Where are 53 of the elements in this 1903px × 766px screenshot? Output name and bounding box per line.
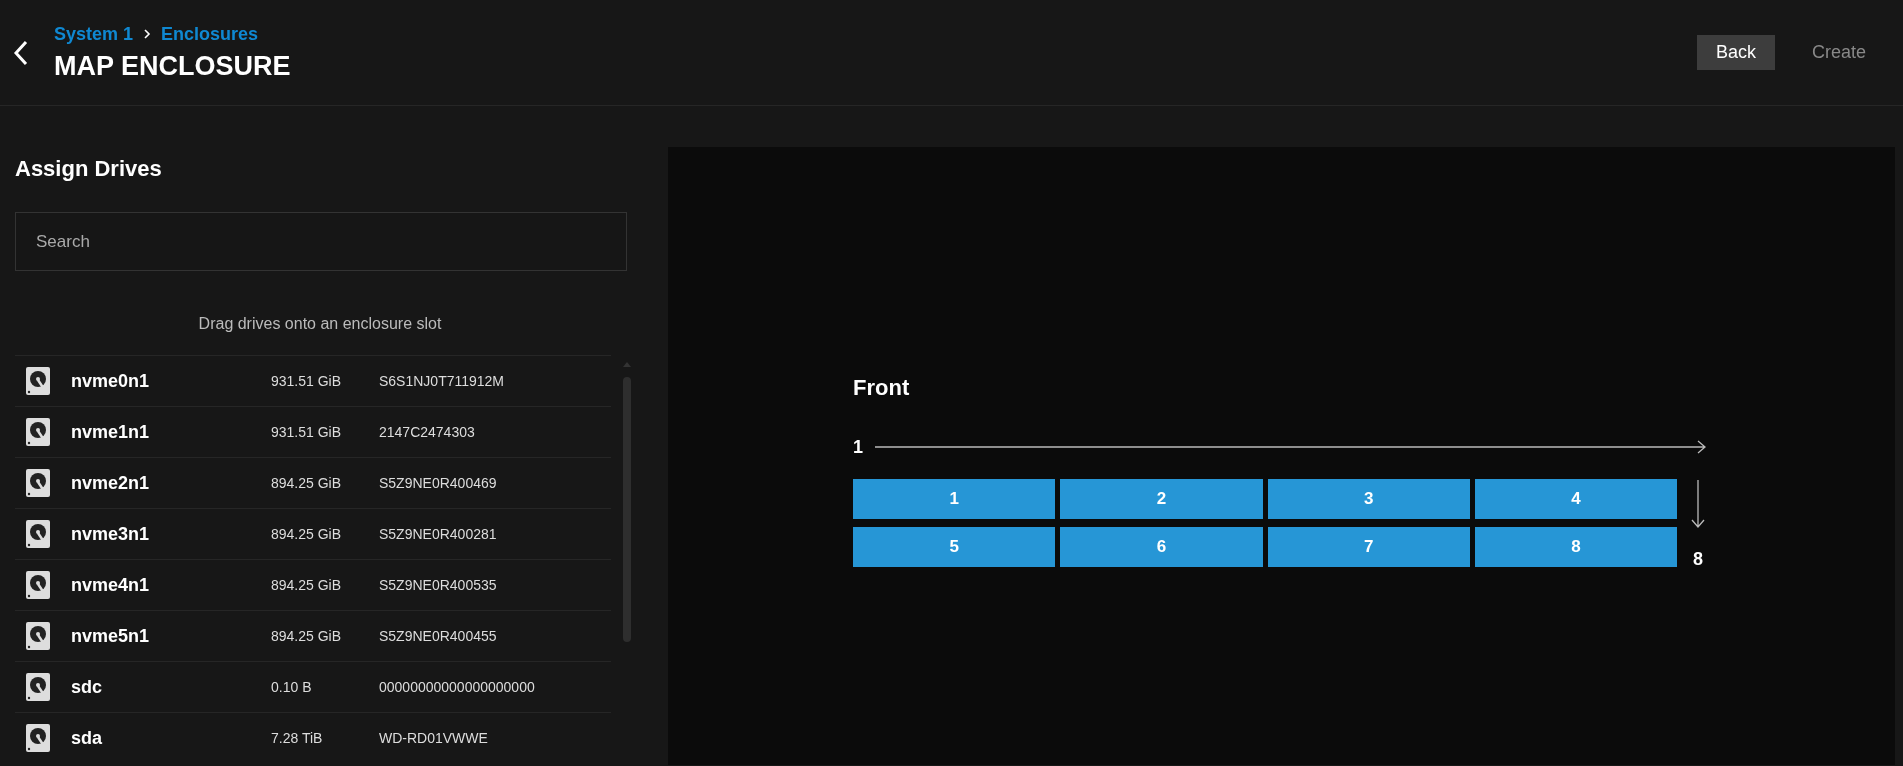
enclosure-slot[interactable]: 4 xyxy=(1474,479,1677,519)
enclosure-slot[interactable]: 2 xyxy=(1060,479,1263,519)
drive-serial: 2147C2474303 xyxy=(379,424,475,440)
hard-drive-icon xyxy=(25,468,51,498)
drive-name: nvme3n1 xyxy=(71,523,151,545)
enclosure-slot[interactable]: 5 xyxy=(853,527,1056,567)
enclosure-slot[interactable]: 1 xyxy=(853,479,1056,519)
drive-serial: WD-RD01VWWE xyxy=(379,730,488,746)
section-heading: Assign Drives xyxy=(15,156,163,182)
drive-name: nvme4n1 xyxy=(71,574,151,596)
enclosure-slot[interactable]: 6 xyxy=(1060,527,1263,567)
drive-name: sda xyxy=(71,727,104,749)
drive-size: 931.51 GiB xyxy=(271,424,343,440)
drive-serial: S5Z9NE0R400469 xyxy=(379,475,497,491)
drive-serial: S6S1NJ0T711912M xyxy=(379,373,505,389)
drive-name: nvme0n1 xyxy=(71,370,151,392)
enclosure-slot[interactable]: 7 xyxy=(1267,527,1470,567)
drive-name: nvme1n1 xyxy=(71,421,151,443)
chevron-icon xyxy=(143,29,152,39)
hard-drive-icon xyxy=(25,723,51,753)
drive-size: 0.10 B xyxy=(271,679,313,695)
drive-size: 894.25 GiB xyxy=(271,628,343,644)
end-slot-number: 8 xyxy=(1693,549,1703,570)
side-label: Front xyxy=(853,375,911,401)
drive-serial: S5Z9NE0R400281 xyxy=(379,526,497,542)
enclosure-slot[interactable]: 8 xyxy=(1474,527,1677,567)
right-arrow-icon xyxy=(873,440,1708,454)
hard-drive-icon xyxy=(25,570,51,600)
drive-name: nvme5n1 xyxy=(71,625,151,647)
breadcrumb-link[interactable]: System 1 xyxy=(54,23,134,45)
search-field[interactable]: Search xyxy=(15,212,627,271)
enclosure-slot[interactable]: 3 xyxy=(1267,479,1470,519)
hard-drive-icon xyxy=(25,366,51,396)
drive-size: 931.51 GiB xyxy=(271,373,343,389)
back-button[interactable]: Back xyxy=(1696,35,1775,70)
breadcrumb-link[interactable]: Enclosures xyxy=(161,23,259,45)
drive-serial: 00000000000000000000 xyxy=(379,679,535,695)
drive-name: sdc xyxy=(71,676,104,698)
drive-name: nvme2n1 xyxy=(71,472,151,494)
down-arrow-icon xyxy=(1691,479,1705,529)
drive-size: 894.25 GiB xyxy=(271,526,343,542)
drive-serial: S5Z9NE0R400455 xyxy=(379,628,497,644)
hard-drive-icon xyxy=(25,417,51,447)
drive-serial: S5Z9NE0R400535 xyxy=(379,577,497,593)
hard-drive-icon xyxy=(25,672,51,702)
drive-size: 7.28 TiB xyxy=(271,730,324,746)
hard-drive-icon xyxy=(25,621,51,651)
hint-text: Drag drives onto an enclosure slot xyxy=(198,315,442,333)
drive-size: 894.25 GiB xyxy=(271,475,343,491)
drive-size: 894.25 GiB xyxy=(271,577,343,593)
page-title: MAP ENCLOSURE xyxy=(54,50,292,82)
hard-drive-icon xyxy=(25,519,51,549)
start-slot-number: 1 xyxy=(853,436,863,458)
